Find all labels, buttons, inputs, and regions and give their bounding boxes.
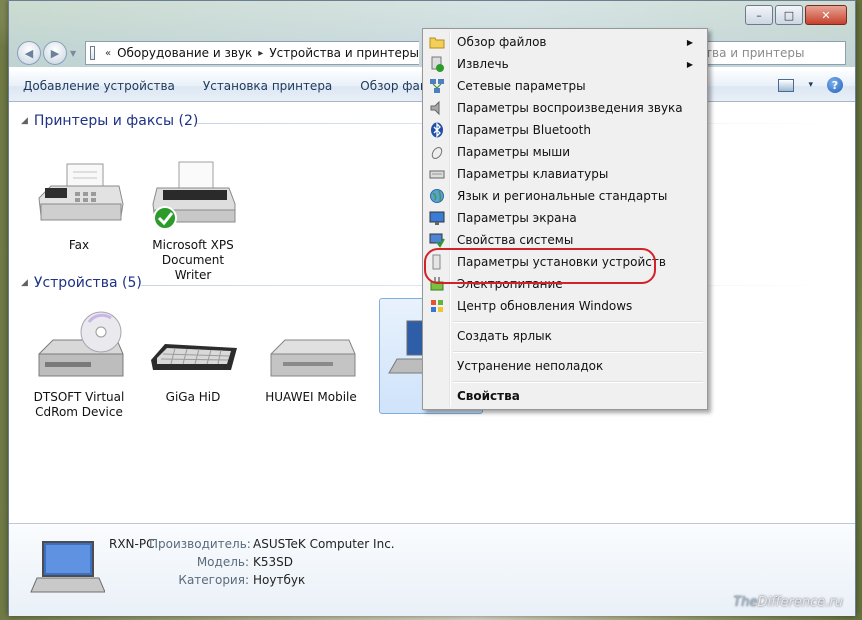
details-category-row: Категория: Ноутбук bbox=[149, 573, 305, 587]
collapse-triangle-icon[interactable]: ◢ bbox=[21, 278, 28, 288]
device-label: HUAWEI Mobile bbox=[265, 390, 357, 404]
devices-group-title: Устройства (5) bbox=[33, 275, 142, 291]
recent-pages-dropdown-icon[interactable]: ▼ bbox=[70, 49, 76, 58]
system-icon bbox=[429, 232, 445, 248]
menu-separator bbox=[453, 351, 703, 353]
details-manufacturer-row: Производитель: ASUSTeK Computer Inc. bbox=[149, 537, 395, 551]
device-item-xps-writer[interactable]: Microsoft XPS Document Writer bbox=[143, 158, 243, 283]
minimize-button[interactable]: – bbox=[745, 5, 773, 25]
highlight-ring bbox=[424, 248, 656, 284]
help-icon[interactable]: ? bbox=[827, 77, 843, 93]
collapse-triangle-icon[interactable]: ◢ bbox=[21, 116, 28, 126]
menu-item-troubleshoot[interactable]: Устранение неполадок bbox=[425, 355, 703, 377]
menu-item-display-settings[interactable]: Параметры экрана bbox=[425, 207, 703, 229]
display-icon bbox=[429, 210, 445, 226]
printers-group-title: Принтеры и факсы (2) bbox=[33, 113, 199, 129]
device-item-fax[interactable]: Fax bbox=[29, 158, 129, 253]
storage-drive-icon bbox=[263, 310, 359, 386]
globe-icon bbox=[429, 188, 445, 204]
blank-icon bbox=[429, 358, 445, 374]
menu-item-network-settings[interactable]: Сетевые параметры bbox=[425, 75, 703, 97]
device-label: Microsoft XPS Document Writer bbox=[152, 238, 234, 282]
folder-icon bbox=[429, 34, 445, 50]
details-key: Категория: bbox=[178, 573, 249, 587]
printers-group-header[interactable]: ◢ Принтеры и факсы (2) bbox=[21, 113, 198, 129]
add-device-button[interactable]: Добавление устройства bbox=[9, 79, 189, 93]
breadcrumb-devices-and-printers[interactable]: Устройства и принтеры bbox=[269, 46, 419, 60]
laptop-icon bbox=[29, 540, 106, 596]
menu-separator bbox=[453, 381, 703, 383]
menu-item-create-shortcut[interactable]: Создать ярлык bbox=[425, 325, 703, 347]
menu-item-windows-update[interactable]: Центр обновления Windows bbox=[425, 295, 703, 317]
devices-group-header[interactable]: ◢ Устройства (5) bbox=[21, 275, 142, 291]
close-button[interactable]: ✕ bbox=[805, 5, 847, 25]
device-item-giga-hid[interactable]: GiGa HiD bbox=[143, 310, 243, 405]
menu-item-browse-files[interactable]: Обзор файлов ▶ bbox=[425, 31, 703, 53]
view-options-dropdown[interactable]: ▾ bbox=[808, 80, 813, 90]
keyboard-icon bbox=[429, 166, 445, 182]
submenu-arrow-icon: ▶ bbox=[686, 59, 693, 69]
search-input[interactable]: тва и принтеры bbox=[705, 41, 846, 65]
device-context-menu: Обзор файлов ▶ Извлечь ▶ Сетевые парамет… bbox=[422, 28, 708, 410]
submenu-arrow-icon: ▶ bbox=[686, 37, 693, 47]
control-panel-icon bbox=[90, 46, 95, 60]
breadcrumb-overflow-icon[interactable]: « bbox=[105, 48, 111, 59]
network-icon bbox=[429, 78, 445, 94]
watermark: TheDifference.ru bbox=[733, 595, 843, 610]
menu-item-region-language[interactable]: Язык и региональные стандарты bbox=[425, 185, 703, 207]
address-bar[interactable]: « Оборудование и звук ▸ Устройства и при… bbox=[85, 41, 419, 65]
details-value: ASUSTeK Computer Inc. bbox=[253, 537, 395, 551]
search-placeholder: тва и принтеры bbox=[705, 46, 805, 60]
menu-separator bbox=[453, 321, 703, 323]
details-key: Модель: bbox=[196, 555, 249, 569]
change-view-icon[interactable] bbox=[778, 78, 795, 92]
bluetooth-icon bbox=[429, 122, 445, 138]
speaker-icon bbox=[429, 100, 445, 116]
device-label: DTSOFT Virtual CdRom Device bbox=[33, 390, 125, 419]
details-pane: RXN-PC Производитель: ASUSTeK Computer In… bbox=[9, 523, 855, 616]
arrow-right-icon: ▶ bbox=[50, 46, 60, 60]
blank-icon bbox=[429, 388, 445, 404]
details-value: K53SD bbox=[253, 555, 293, 569]
menu-item-properties[interactable]: Свойства bbox=[425, 385, 703, 407]
windows-update-icon bbox=[429, 298, 445, 314]
window-controls: – □ ✕ bbox=[745, 5, 847, 25]
back-button[interactable]: ◀ bbox=[17, 41, 41, 65]
toolbar-right: ▾ ? bbox=[778, 77, 843, 93]
blank-icon bbox=[429, 328, 445, 344]
mouse-icon bbox=[429, 144, 445, 160]
cdrom-drive-icon bbox=[31, 310, 127, 386]
details-value: Ноутбук bbox=[253, 573, 306, 587]
device-item-huawei-mobile[interactable]: HUAWEI Mobile bbox=[261, 310, 361, 405]
device-item-dtsoft-cdrom[interactable]: DTSOFT Virtual CdRom Device bbox=[29, 310, 129, 420]
maximize-button[interactable]: □ bbox=[775, 5, 803, 25]
menu-item-eject[interactable]: Извлечь ▶ bbox=[425, 53, 703, 75]
details-key: Производитель: bbox=[149, 537, 251, 551]
menu-item-keyboard-settings[interactable]: Параметры клавиатуры bbox=[425, 163, 703, 185]
keyboard-icon bbox=[145, 310, 241, 386]
breadcrumb-hardware-and-sound[interactable]: Оборудование и звук bbox=[117, 46, 252, 60]
device-label: GiGa HiD bbox=[165, 390, 221, 404]
navigation-buttons: ◀ ▶ ▼ bbox=[17, 41, 76, 65]
menu-item-sound-settings[interactable]: Параметры воспроизведения звука bbox=[425, 97, 703, 119]
menu-item-bluetooth-settings[interactable]: Параметры Bluetooth bbox=[425, 119, 703, 141]
device-label: Fax bbox=[68, 238, 90, 252]
breadcrumb-chevron-icon[interactable]: ▸ bbox=[258, 48, 263, 59]
menu-item-mouse-settings[interactable]: Параметры мыши bbox=[425, 141, 703, 163]
forward-button[interactable]: ▶ bbox=[43, 41, 67, 65]
fax-icon bbox=[31, 158, 127, 234]
printer-icon bbox=[145, 158, 241, 234]
arrow-left-icon: ◀ bbox=[24, 46, 34, 60]
add-printer-button[interactable]: Установка принтера bbox=[189, 79, 346, 93]
eject-icon bbox=[429, 56, 445, 72]
details-device-name: RXN-PC bbox=[109, 537, 155, 551]
details-model-row: Модель: K53SD bbox=[149, 555, 293, 569]
